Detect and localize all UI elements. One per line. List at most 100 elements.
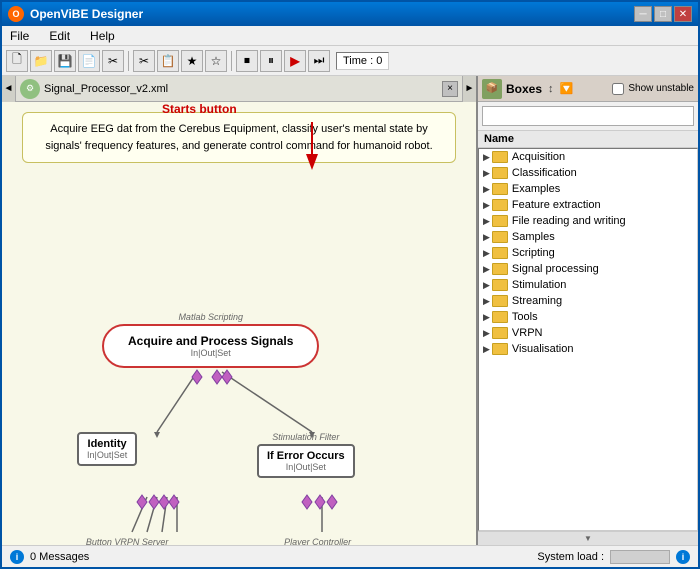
close-button[interactable]: ✕ <box>674 6 692 22</box>
window-title: OpenViBE Designer <box>30 7 143 21</box>
identity-node-box[interactable]: Identity In|Out|Set <box>77 432 137 466</box>
tab-label: Signal_Processor_v2.xml <box>44 83 442 95</box>
tree-arrow-samples: ▶ <box>483 232 490 243</box>
main-area: ◄ ⚙ Signal_Processor_v2.xml × ► Starts b… <box>2 76 698 545</box>
tree-item-acquisition[interactable]: ▶ Acquisition <box>479 149 697 165</box>
folder-icon-samples <box>492 231 508 243</box>
folder-icon-tools <box>492 311 508 323</box>
system-load: System load : i <box>537 550 690 564</box>
tree-item-label-classification: Classification <box>512 167 577 179</box>
minimize-button[interactable]: ─ <box>634 6 652 22</box>
tree-item-streaming[interactable]: ▶ Streaming <box>479 293 697 309</box>
play-button[interactable]: ▶ <box>284 50 306 72</box>
tree-item-label-streaming: Streaming <box>512 295 562 307</box>
tree-arrow-file-reading: ▶ <box>483 216 490 227</box>
tree-item-examples[interactable]: ▶ Examples <box>479 181 697 197</box>
main-node-ports: In|Out|Set <box>128 348 293 358</box>
stimulation-node-box[interactable]: If Error Occurs In|Out|Set <box>257 444 355 478</box>
stimulation-node: Stimulation Filter If Error Occurs In|Ou… <box>257 432 355 478</box>
boxes-icon: 📦 <box>482 79 502 99</box>
show-unstable-container: Show unstable <box>612 83 694 95</box>
tab-close-button[interactable]: × <box>442 81 458 97</box>
sort-button[interactable]: ↕ <box>548 83 554 95</box>
tree-item-scripting[interactable]: ▶ Scripting <box>479 245 697 261</box>
time-display: Time : 0 <box>336 52 389 70</box>
tree-arrow-tools: ▶ <box>483 312 490 323</box>
tree-arrow-stimulation: ▶ <box>483 280 490 291</box>
tree-item-label-acquisition: Acquisition <box>512 151 565 163</box>
description-box: Acquire EEG dat from the Cerebus Equipme… <box>22 112 456 163</box>
system-load-label: System load : <box>537 551 604 563</box>
cut-button[interactable]: ✂ <box>102 50 124 72</box>
tree-item-tools[interactable]: ▶ Tools <box>479 309 697 325</box>
search-input[interactable] <box>482 106 694 126</box>
right-tab-bar: 📦 Boxes ↕ 🔽 Show unstable <box>478 76 698 102</box>
boxes-title: Boxes <box>506 82 542 96</box>
robot-node: Button VRPN Server Control Robot Behavio… <box>52 537 202 545</box>
search-bar <box>478 102 698 131</box>
tree-item-samples[interactable]: ▶ Samples <box>479 229 697 245</box>
stimulation-node-ports: In|Out|Set <box>267 462 345 472</box>
tree-arrow-acquisition: ▶ <box>483 152 490 163</box>
cut2-button[interactable]: ✂ <box>133 50 155 72</box>
tree-item-signal-processing[interactable]: ▶ Signal processing <box>479 261 697 277</box>
app-icon: O <box>8 6 24 22</box>
canvas-area[interactable]: Starts button Acquire EEG dat from the C… <box>2 102 476 545</box>
folder-icon-signal-processing <box>492 263 508 275</box>
tree-item-stimulation[interactable]: ▶ Stimulation <box>479 277 697 293</box>
new-button[interactable]: 🗋 <box>6 50 28 72</box>
folder-icon-classification <box>492 167 508 179</box>
folder-icon-vrpn <box>492 327 508 339</box>
menu-edit[interactable]: Edit <box>45 28 74 44</box>
pause-button[interactable]: ⏸ <box>260 50 282 72</box>
tree-item-label-vrpn: VRPN <box>512 327 543 339</box>
open-button[interactable]: 📁 <box>30 50 52 72</box>
show-unstable-checkbox[interactable] <box>612 83 624 95</box>
tree-item-file-reading[interactable]: ▶ File reading and writing <box>479 213 697 229</box>
show-unstable-label: Show unstable <box>628 83 694 94</box>
tree-item-label-visualisation: Visualisation <box>512 343 574 355</box>
fastforward-button[interactable]: ⏭ <box>308 50 330 72</box>
tree-item-visualisation[interactable]: ▶ Visualisation <box>479 341 697 357</box>
toolbar-separator-2 <box>231 51 232 71</box>
main-window: O OpenViBE Designer ─ □ ✕ File Edit Help… <box>0 0 700 569</box>
info-icon[interactable]: i <box>676 550 690 564</box>
folder-icon-scripting <box>492 247 508 259</box>
tab-nav-right[interactable]: ► <box>462 76 476 102</box>
tree-item-vrpn[interactable]: ▶ VRPN <box>479 325 697 341</box>
identity-node-title: Identity <box>87 438 127 450</box>
stimulation-node-title: If Error Occurs <box>267 450 345 462</box>
main-node-box[interactable]: Acquire and Process Signals In|Out|Set <box>102 324 319 368</box>
menu-help[interactable]: Help <box>86 28 119 44</box>
tree-item-label-stimulation: Stimulation <box>512 279 566 291</box>
tree-item-label-samples: Samples <box>512 231 555 243</box>
tree-arrow-feature-extraction: ▶ <box>483 200 490 211</box>
name-column-header: Name <box>478 131 698 148</box>
menu-file[interactable]: File <box>6 28 33 44</box>
robot-node-label: Button VRPN Server <box>52 537 202 545</box>
maximize-button[interactable]: □ <box>654 6 672 22</box>
saveas-button[interactable]: 📄 <box>78 50 100 72</box>
save-button[interactable]: 💾 <box>54 50 76 72</box>
star-button[interactable]: ★ <box>181 50 203 72</box>
tree-item-label-file-reading: File reading and writing <box>512 215 626 227</box>
tree-item-feature-extraction[interactable]: ▶ Feature extraction <box>479 197 697 213</box>
identity-node-ports: In|Out|Set <box>87 450 127 460</box>
left-panel: ◄ ⚙ Signal_Processor_v2.xml × ► Starts b… <box>2 76 478 545</box>
tree-item-classification[interactable]: ▶ Classification <box>479 165 697 181</box>
status-bar: i 0 Messages System load : i <box>2 545 698 567</box>
title-buttons: ─ □ ✕ <box>634 6 692 22</box>
stop-button[interactable]: ⏹ <box>236 50 258 72</box>
copy-button[interactable]: 📋 <box>157 50 179 72</box>
tab-bar: ◄ ⚙ Signal_Processor_v2.xml × ► <box>2 76 476 102</box>
filter-button[interactable]: 🔽 <box>560 82 574 95</box>
player-node-label: Player Controller <box>267 537 368 545</box>
tree-item-label-tools: Tools <box>512 311 538 323</box>
status-icon: i <box>10 550 24 564</box>
folder-icon-visualisation <box>492 343 508 355</box>
annotation-label: Starts button <box>162 102 237 116</box>
tab-nav-left[interactable]: ◄ <box>2 76 16 102</box>
tree-arrow-visualisation: ▶ <box>483 344 490 355</box>
star2-button[interactable]: ☆ <box>205 50 227 72</box>
main-node-title: Acquire and Process Signals <box>128 334 293 348</box>
